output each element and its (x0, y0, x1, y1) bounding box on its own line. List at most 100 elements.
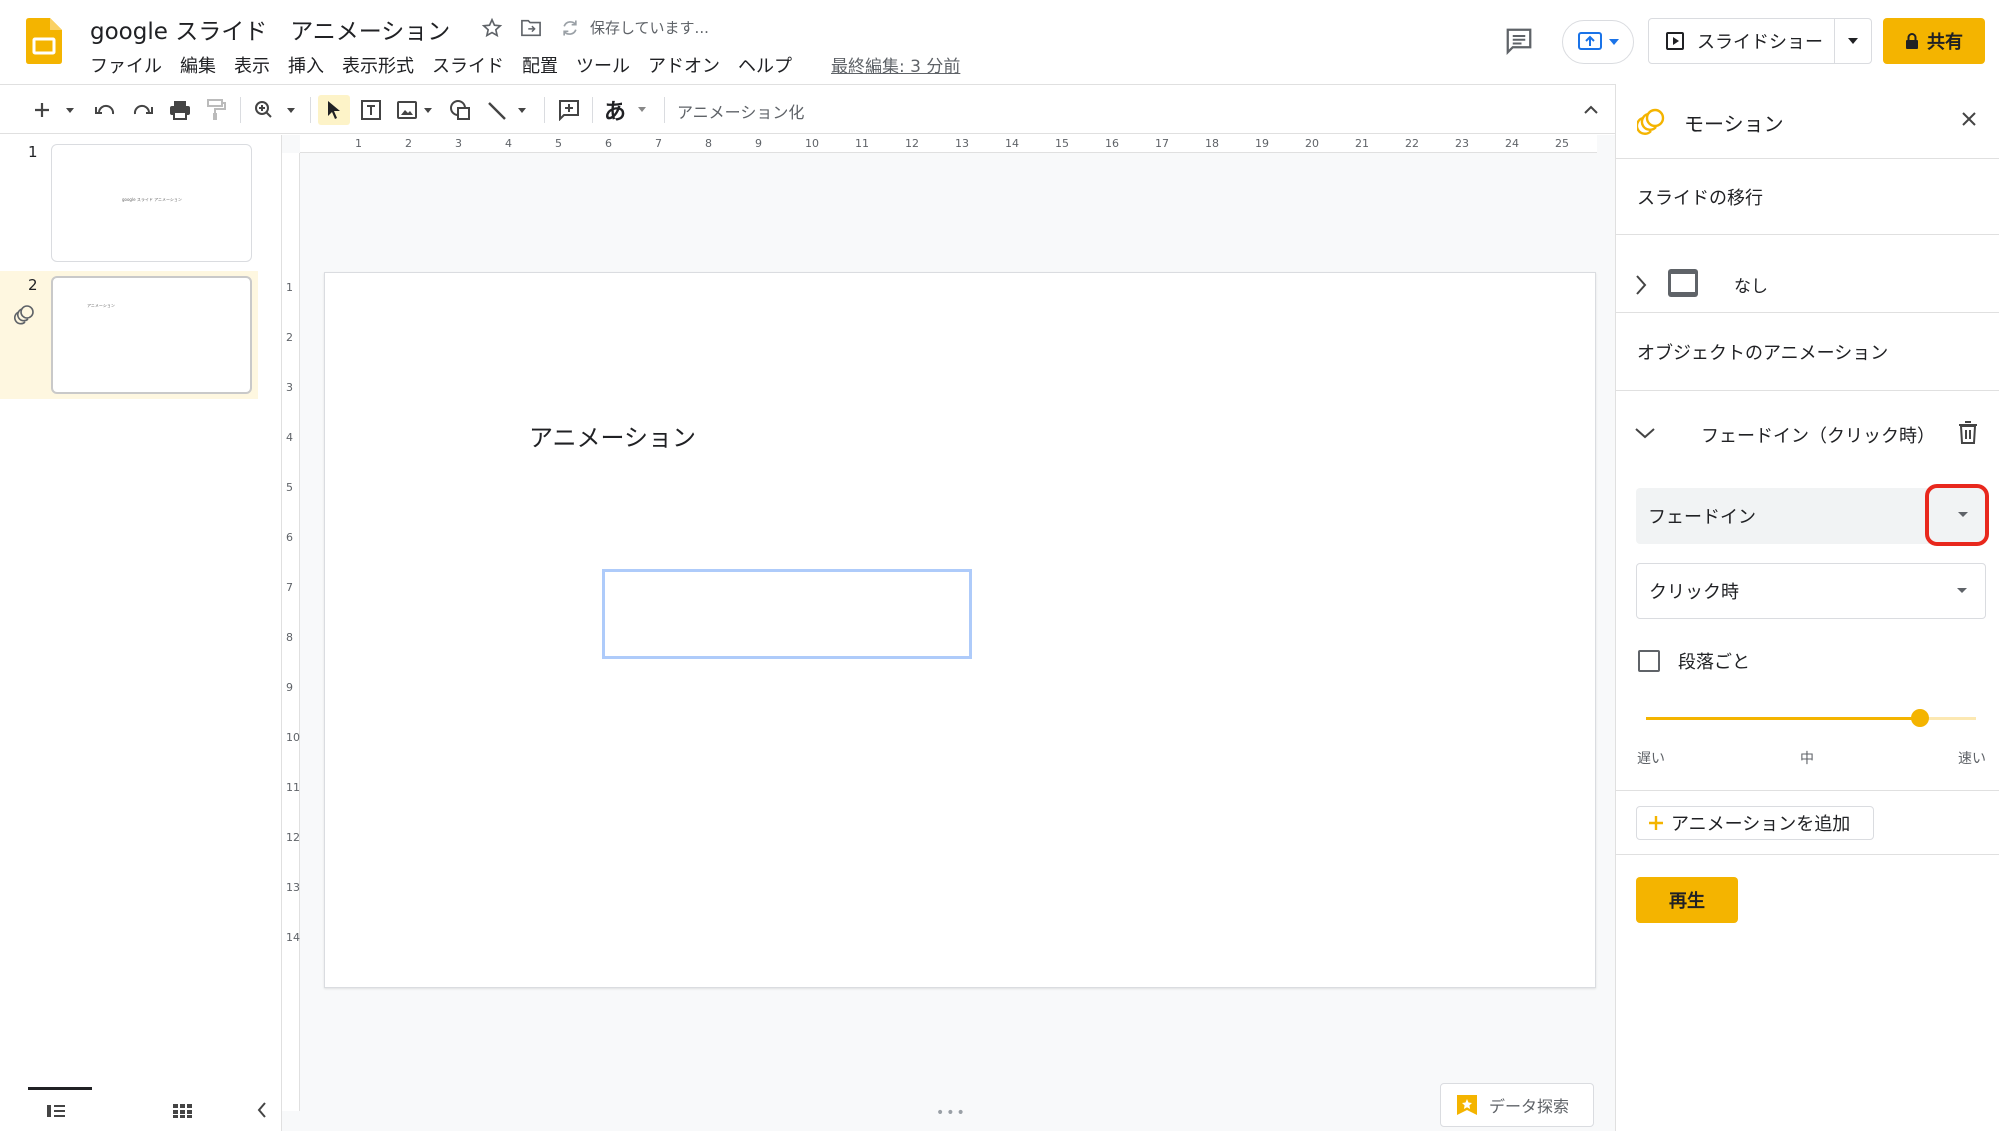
toolbar-divider (310, 97, 311, 123)
explore-label: データ探索 (1489, 1097, 1570, 1116)
add-animation-button[interactable]: アニメーションを追加 (1636, 806, 1874, 840)
menu-arrange[interactable]: 配置 (522, 52, 567, 78)
line-tool-icon[interactable] (484, 95, 534, 125)
add-animation-label: アニメーションを追加 (1671, 814, 1851, 835)
select-cursor-icon[interactable] (318, 95, 350, 125)
collapse-toolbar-icon[interactable] (1578, 95, 1604, 125)
ruler-tick-label: 12 (286, 831, 300, 844)
add-comment-icon[interactable] (554, 95, 584, 125)
speed-medium-label: 中 (1800, 751, 1814, 767)
ruler-tick-label: 13 (955, 137, 969, 150)
ruler-tick-label: 3 (286, 381, 293, 394)
object-animation-heading: オブジェクトのアニメーション (1637, 343, 1889, 364)
menu-format[interactable]: 表示形式 (342, 52, 423, 78)
speed-slider[interactable] (1646, 709, 1976, 727)
share-button[interactable]: 共有 (1883, 18, 1985, 64)
animation-item-row[interactable]: フェードイン（クリック時） (1634, 414, 1994, 454)
ruler-tick-label: 16 (1105, 137, 1119, 150)
menu-slide[interactable]: スライド (432, 52, 513, 78)
textbox-icon[interactable] (356, 95, 386, 125)
paint-format-icon[interactable] (202, 95, 230, 125)
panel-divider (1616, 312, 1999, 313)
ruler-tick-label: 7 (655, 137, 662, 150)
chevron-down-icon (1609, 39, 1619, 45)
menu-addons[interactable]: アドオン (648, 52, 729, 78)
panel-divider (1616, 790, 1999, 791)
redo-icon[interactable] (128, 95, 156, 125)
menu-edit[interactable]: 編集 (180, 52, 225, 78)
ruler-tick-label: 5 (286, 481, 293, 494)
collapse-filmstrip-icon[interactable] (256, 1101, 268, 1123)
menu-view[interactable]: 表示 (234, 52, 279, 78)
horizontal-ruler[interactable]: 1 2 3 4 5 6 7 8 9 10 11 12 13 14 15 16 17 18 19 20 21 22 23 24 2… (300, 135, 1597, 153)
resize-handle-icon[interactable]: ••• (936, 1105, 967, 1121)
explore-button[interactable]: データ探索 (1440, 1083, 1594, 1127)
transition-row[interactable]: なし (1634, 264, 1994, 304)
animate-button[interactable]: アニメーション化 (677, 99, 804, 123)
ruler-tick-label: 2 (405, 137, 412, 150)
grid-view-icon[interactable] (172, 1103, 192, 1123)
ruler-tick-label: 10 (286, 731, 300, 744)
menu-help[interactable]: ヘルプ (738, 52, 801, 78)
slide-thumbnail-1[interactable]: google スライド アニメーション (51, 144, 252, 262)
ruler-tick-label: 9 (286, 681, 293, 694)
toolbar: あ アニメーション化 (0, 84, 1615, 134)
filmstrip-view-controls (0, 1087, 282, 1131)
app-header: google スライド アニメーション 保存しています... ファイル 編集 表… (0, 0, 1999, 84)
document-title[interactable]: google スライド アニメーション (90, 12, 450, 46)
speed-slider-thumb[interactable] (1910, 709, 1929, 727)
animation-item-label: フェードイン（クリック時） (1701, 426, 1935, 447)
undo-icon[interactable] (92, 95, 120, 125)
ruler-tick-label: 11 (855, 137, 869, 150)
play-button[interactable]: 再生 (1636, 877, 1738, 923)
slides-logo-icon[interactable] (26, 18, 62, 64)
trigger-dropdown[interactable]: クリック時 (1636, 563, 1986, 619)
vertical-ruler[interactable]: 1 2 3 4 5 6 7 8 9 10 11 12 13 14 (282, 153, 300, 1111)
ruler-tick-label: 25 (1555, 137, 1569, 150)
ruler-tick-label: 23 (1455, 137, 1469, 150)
new-slide-button[interactable] (28, 95, 82, 125)
ruler-tick-label: 4 (286, 431, 293, 444)
menu-bar: ファイル 編集 表示 挿入 表示形式 スライド 配置 ツール アドオン ヘルプ (90, 52, 810, 78)
trigger-value: クリック時 (1649, 582, 1739, 603)
panel-divider (1616, 158, 1999, 159)
close-icon[interactable] (1960, 110, 1978, 132)
slideshow-dropdown[interactable] (1835, 19, 1871, 63)
motion-panel: モーション スライドの移行 なし オブジェクトのアニメーション フェードイン（ク… (1615, 84, 1999, 1131)
slide-title-text[interactable]: アニメーション (529, 418, 696, 453)
print-icon[interactable] (166, 95, 194, 125)
last-edit-link[interactable]: 最終編集: 3 分前 (831, 52, 960, 77)
ruler-tick-label: 5 (555, 137, 562, 150)
selected-textbox[interactable] (602, 569, 972, 659)
toolbar-divider (544, 97, 545, 123)
move-to-folder-icon[interactable] (517, 14, 545, 42)
ruler-tick-label: 21 (1355, 137, 1369, 150)
active-view-indicator (28, 1087, 92, 1090)
comments-icon[interactable] (1504, 26, 1536, 58)
toolbar-divider (240, 97, 241, 123)
by-paragraph-checkbox[interactable] (1638, 650, 1660, 672)
ruler-tick-label: 8 (705, 137, 712, 150)
slide-canvas[interactable]: アニメーション (324, 272, 1596, 988)
zoom-button[interactable] (250, 95, 302, 125)
menu-file[interactable]: ファイル (90, 52, 171, 78)
star-icon[interactable] (478, 14, 506, 42)
thumb-title: google スライド アニメーション (122, 197, 182, 202)
ruler-tick-label: 15 (1055, 137, 1069, 150)
menu-tools[interactable]: ツール (576, 52, 639, 78)
present-to-meeting-button[interactable] (1562, 20, 1634, 64)
motion-icon (1635, 106, 1667, 140)
trash-icon (1959, 421, 1977, 444)
menu-insert[interactable]: 挿入 (288, 52, 333, 78)
toolbar-divider (592, 97, 593, 123)
ruler-tick-label: 19 (1255, 137, 1269, 150)
insert-image-icon[interactable] (394, 95, 438, 125)
slideshow-button[interactable]: スライドショー (1649, 19, 1835, 63)
panel-divider (1616, 234, 1999, 235)
ruler-tick-label: 8 (286, 631, 293, 644)
shape-icon[interactable] (446, 95, 474, 125)
list-view-icon[interactable] (46, 1103, 66, 1123)
input-tools-button[interactable]: あ (602, 95, 654, 125)
slide-thumbnail-2[interactable]: アニメーション (51, 276, 252, 394)
ruler-tick-label: 10 (805, 137, 819, 150)
